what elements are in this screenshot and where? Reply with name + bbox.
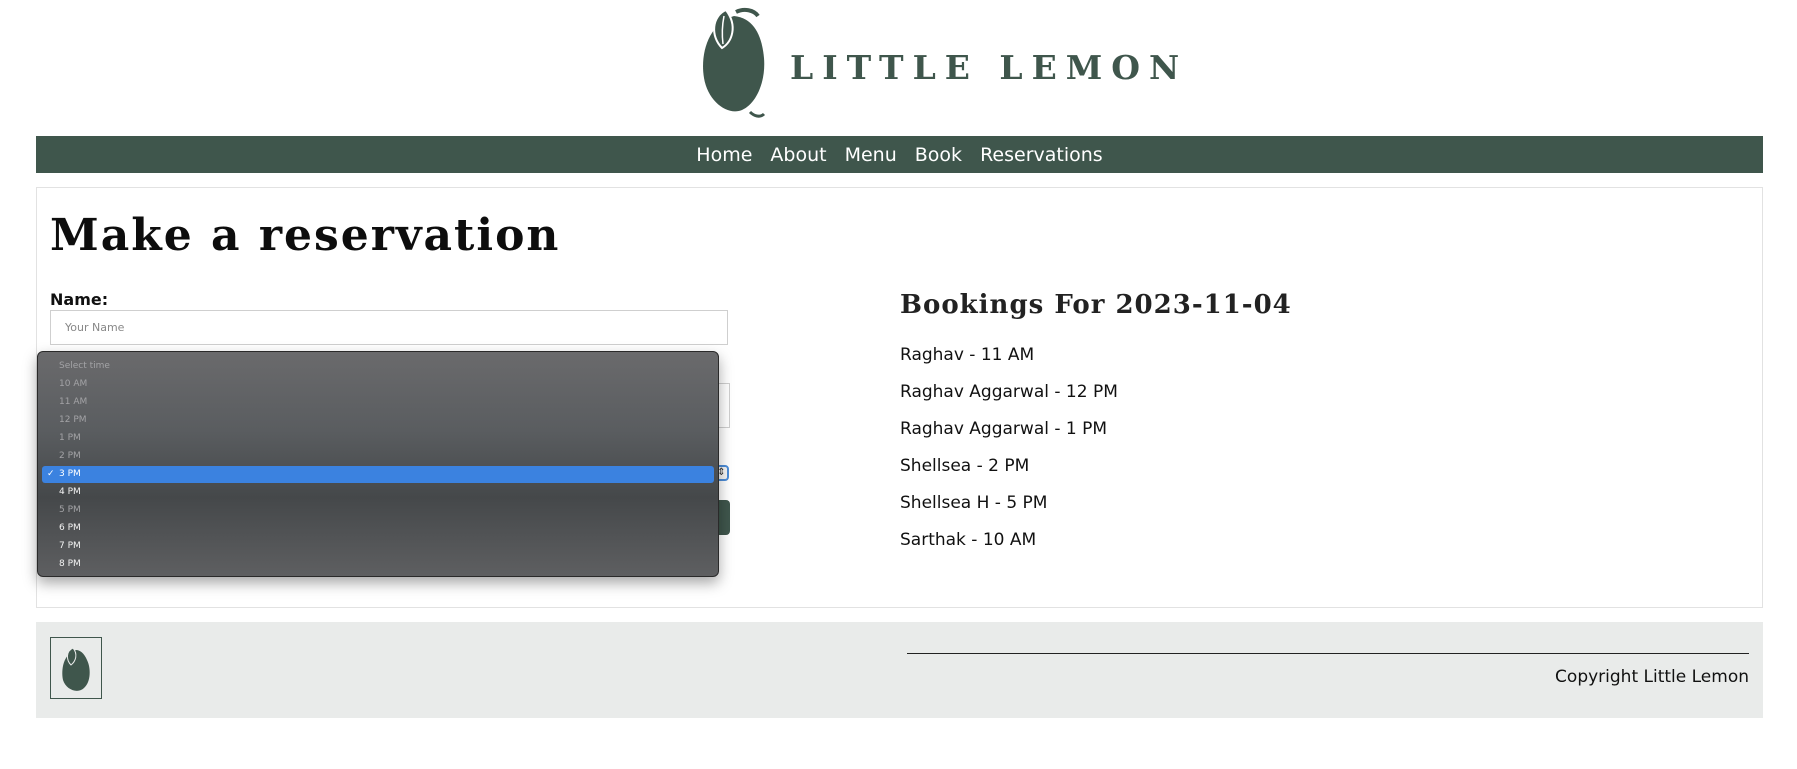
nav-reservations[interactable]: Reservations bbox=[980, 144, 1103, 166]
bookings-title: Bookings For 2023-11-04 bbox=[900, 290, 1292, 320]
option-11am: 11 AM bbox=[59, 397, 88, 407]
option-12pm: 12 PM bbox=[59, 415, 87, 425]
footer-divider bbox=[907, 653, 1749, 654]
copyright-text: Copyright Little Lemon bbox=[1555, 667, 1749, 687]
time-select-dropdown[interactable]: Select time 10 AM 11 AM 12 PM 1 PM 2 PM … bbox=[37, 351, 719, 577]
booking-item: Raghav - 11 AM bbox=[900, 345, 1035, 365]
site-header: LITTLE LEMON bbox=[0, 0, 1797, 132]
option-3pm[interactable]: ✓ 3 PM bbox=[42, 466, 714, 483]
lemon-logo-icon bbox=[703, 7, 766, 118]
booking-item: Raghav Aggarwal - 12 PM bbox=[900, 382, 1118, 402]
brand-name: LITTLE LEMON bbox=[790, 48, 1189, 87]
site-footer bbox=[36, 622, 1763, 718]
nav-about[interactable]: About bbox=[770, 144, 826, 166]
option-1pm: 1 PM bbox=[59, 433, 81, 443]
main-nav: Home About Menu Book Reservations bbox=[36, 136, 1763, 173]
nav-menu[interactable]: Menu bbox=[845, 144, 897, 166]
nav-book[interactable]: Book bbox=[915, 144, 962, 166]
option-7pm[interactable]: 7 PM bbox=[42, 538, 714, 555]
option-4pm[interactable]: 4 PM bbox=[42, 484, 714, 501]
checkmark-icon: ✓ bbox=[47, 469, 55, 479]
nav-home[interactable]: Home bbox=[696, 144, 752, 166]
booking-item: Shellsea H - 5 PM bbox=[900, 493, 1048, 513]
brand-logo[interactable]: LITTLE LEMON bbox=[698, 6, 1179, 120]
name-label: Name: bbox=[50, 290, 109, 309]
booking-item: Raghav Aggarwal - 1 PM bbox=[900, 419, 1108, 439]
booking-item: Sarthak - 10 AM bbox=[900, 530, 1037, 550]
booking-item: Shellsea - 2 PM bbox=[900, 456, 1030, 476]
option-6pm[interactable]: 6 PM bbox=[42, 520, 714, 537]
page-title: Make a reservation bbox=[50, 210, 561, 261]
lemon-logo-icon bbox=[62, 647, 90, 691]
option-10am: 10 AM bbox=[59, 379, 88, 389]
name-input[interactable] bbox=[50, 310, 728, 345]
option-8pm[interactable]: 8 PM bbox=[42, 556, 714, 573]
option-2pm: 2 PM bbox=[59, 451, 81, 461]
option-5pm: 5 PM bbox=[59, 505, 81, 515]
footer-logo[interactable] bbox=[50, 637, 102, 699]
option-select-time: Select time bbox=[59, 361, 110, 371]
